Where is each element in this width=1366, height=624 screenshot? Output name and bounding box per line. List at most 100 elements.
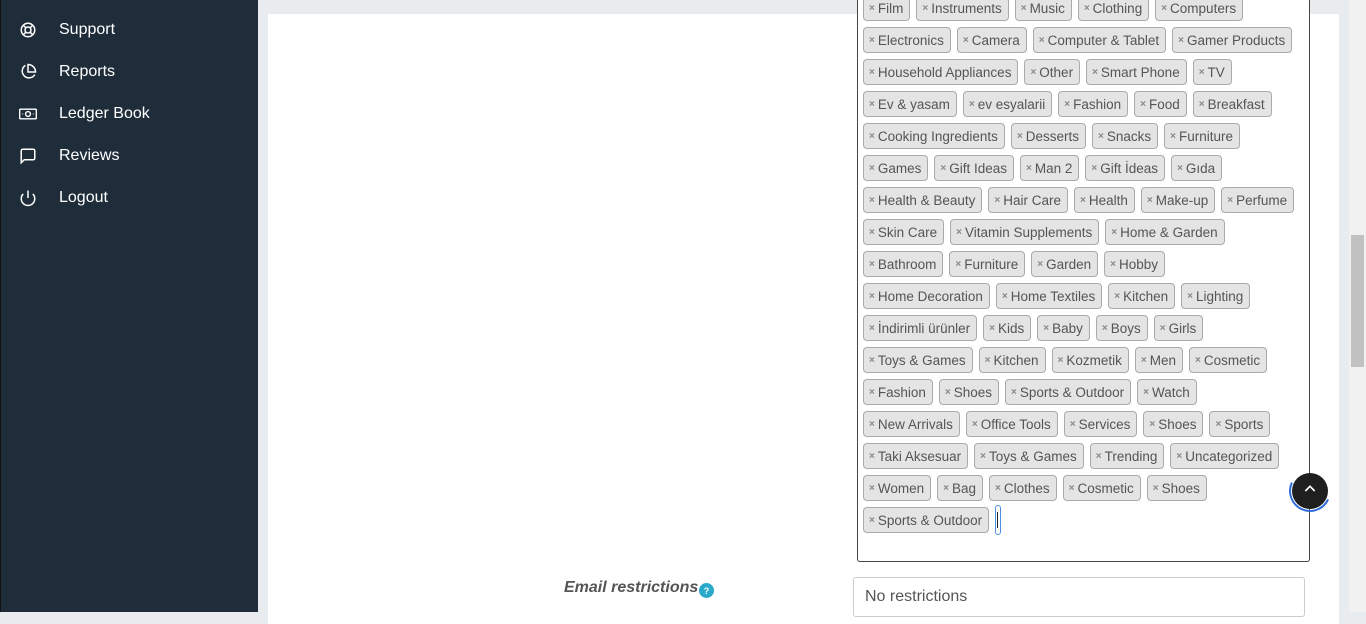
- tag-remove-icon[interactable]: ×: [869, 67, 875, 78]
- page-scrollbar[interactable]: [1349, 0, 1366, 612]
- tag-remove-icon[interactable]: ×: [1037, 259, 1043, 270]
- tag-remove-icon[interactable]: ×: [1176, 451, 1182, 462]
- tag-remove-icon[interactable]: ×: [869, 355, 875, 366]
- back-to-top-button[interactable]: [1292, 473, 1328, 509]
- tag-remove-icon[interactable]: ×: [869, 451, 875, 462]
- sidebar-item-reports[interactable]: Reports: [1, 52, 258, 92]
- tag-remove-icon[interactable]: ×: [869, 291, 875, 302]
- tag-remove-icon[interactable]: ×: [1021, 3, 1027, 14]
- tag-remove-icon[interactable]: ×: [869, 195, 875, 206]
- tag-remove-icon[interactable]: ×: [972, 419, 978, 430]
- tag-remove-icon[interactable]: ×: [1114, 291, 1120, 302]
- scrollbar-thumb[interactable]: [1351, 235, 1364, 367]
- category-tag: × Games: [863, 155, 929, 181]
- tag-remove-icon[interactable]: ×: [1091, 163, 1097, 174]
- tag-remove-icon[interactable]: ×: [1080, 195, 1086, 206]
- category-tag-label: Services: [1078, 416, 1131, 432]
- tag-remove-icon[interactable]: ×: [1096, 451, 1102, 462]
- category-tag-label: Men: [1149, 352, 1176, 368]
- category-tag-label: Furniture: [1179, 128, 1234, 144]
- tag-remove-icon[interactable]: ×: [969, 99, 975, 110]
- tag-remove-icon[interactable]: ×: [1111, 227, 1117, 238]
- tag-remove-icon[interactable]: ×: [1140, 99, 1146, 110]
- tag-remove-icon[interactable]: ×: [1110, 259, 1116, 270]
- tag-remove-icon[interactable]: ×: [1187, 291, 1193, 302]
- tag-remove-icon[interactable]: ×: [869, 323, 875, 334]
- tag-remove-icon[interactable]: ×: [1039, 35, 1045, 46]
- tag-remove-icon[interactable]: ×: [869, 419, 875, 430]
- tag-remove-icon[interactable]: ×: [1147, 195, 1153, 206]
- tag-remove-icon[interactable]: ×: [1215, 419, 1221, 430]
- sidebar-item-reviews[interactable]: Reviews: [1, 136, 258, 176]
- tag-remove-icon[interactable]: ×: [1153, 483, 1159, 494]
- tag-remove-icon[interactable]: ×: [989, 323, 995, 334]
- tag-remove-icon[interactable]: ×: [963, 35, 969, 46]
- category-tag: × Hair Care: [988, 187, 1069, 213]
- tag-remove-icon[interactable]: ×: [1143, 387, 1149, 398]
- tag-remove-icon[interactable]: ×: [1070, 419, 1076, 430]
- tag-remove-icon[interactable]: ×: [980, 451, 986, 462]
- tag-remove-icon[interactable]: ×: [1092, 67, 1098, 78]
- message-square-icon: [19, 147, 37, 165]
- sidebar-item-logout[interactable]: Logout: [1, 178, 258, 218]
- tag-remove-icon[interactable]: ×: [1026, 163, 1032, 174]
- tag-remove-icon[interactable]: ×: [1102, 323, 1108, 334]
- tag-remove-icon[interactable]: ×: [995, 483, 1001, 494]
- tag-remove-icon[interactable]: ×: [956, 227, 962, 238]
- tag-remove-icon[interactable]: ×: [1195, 355, 1201, 366]
- tag-remove-icon[interactable]: ×: [1084, 3, 1090, 14]
- tag-remove-icon[interactable]: ×: [1064, 99, 1070, 110]
- tag-remove-icon[interactable]: ×: [994, 195, 1000, 206]
- category-tag-label: Games: [877, 160, 922, 176]
- tag-remove-icon[interactable]: ×: [1160, 323, 1166, 334]
- category-tag: × Electronics: [863, 27, 951, 53]
- sidebar-item-support[interactable]: Support: [1, 10, 258, 50]
- tag-remove-icon[interactable]: ×: [1177, 163, 1183, 174]
- category-tag: × Cooking Ingredients: [863, 123, 1005, 149]
- tag-remove-icon[interactable]: ×: [869, 163, 875, 174]
- category-tag: × Sports & Outdoor: [863, 507, 990, 533]
- tag-remove-icon[interactable]: ×: [1058, 355, 1064, 366]
- tag-remove-icon[interactable]: ×: [922, 3, 928, 14]
- category-search-input[interactable]: [995, 505, 1002, 535]
- tag-remove-icon[interactable]: ×: [1141, 355, 1147, 366]
- help-icon[interactable]: ?: [699, 583, 714, 598]
- tag-remove-icon[interactable]: ×: [1069, 483, 1075, 494]
- tag-remove-icon[interactable]: ×: [1161, 3, 1167, 14]
- category-tag: × Shoes: [938, 379, 999, 405]
- tag-remove-icon[interactable]: ×: [869, 227, 875, 238]
- tag-remove-icon[interactable]: ×: [869, 259, 875, 270]
- tag-remove-icon[interactable]: ×: [985, 355, 991, 366]
- tag-remove-icon[interactable]: ×: [1178, 35, 1184, 46]
- tag-remove-icon[interactable]: ×: [943, 483, 949, 494]
- category-tag: × Film: [863, 0, 911, 21]
- tag-remove-icon[interactable]: ×: [955, 259, 961, 270]
- tag-remove-icon[interactable]: ×: [869, 515, 875, 526]
- tag-remove-icon[interactable]: ×: [940, 163, 946, 174]
- tag-remove-icon[interactable]: ×: [869, 35, 875, 46]
- email-restrictions-input[interactable]: [853, 577, 1305, 617]
- tag-remove-icon[interactable]: ×: [869, 483, 875, 494]
- tag-remove-icon[interactable]: ×: [869, 387, 875, 398]
- sidebar-item-ledger-book[interactable]: Ledger Book: [1, 94, 258, 134]
- tag-remove-icon[interactable]: ×: [1030, 67, 1036, 78]
- tag-remove-icon[interactable]: ×: [1199, 99, 1205, 110]
- tag-remove-icon[interactable]: ×: [869, 99, 875, 110]
- tag-remove-icon[interactable]: ×: [1227, 195, 1233, 206]
- tag-remove-icon[interactable]: ×: [1149, 419, 1155, 430]
- tag-remove-icon[interactable]: ×: [1002, 291, 1008, 302]
- tag-remove-icon[interactable]: ×: [1011, 387, 1017, 398]
- categories-multiselect[interactable]: × Film × Instruments × Music × Clothing × Compute…: [857, 0, 1310, 562]
- sidebar-item-label: Support: [59, 21, 116, 38]
- category-tag-label: Computer & Tablet: [1047, 32, 1160, 48]
- category-tag-label: Make-up: [1155, 192, 1209, 208]
- tag-remove-icon[interactable]: ×: [1098, 131, 1104, 142]
- tag-remove-icon[interactable]: ×: [869, 3, 875, 14]
- tag-remove-icon[interactable]: ×: [1170, 131, 1176, 142]
- tag-remove-icon[interactable]: ×: [1017, 131, 1023, 142]
- tag-remove-icon[interactable]: ×: [869, 131, 875, 142]
- tag-remove-icon[interactable]: ×: [1199, 67, 1205, 78]
- tag-remove-icon[interactable]: ×: [1043, 323, 1049, 334]
- tag-remove-icon[interactable]: ×: [945, 387, 951, 398]
- category-tag-label: Instruments: [931, 0, 1002, 16]
